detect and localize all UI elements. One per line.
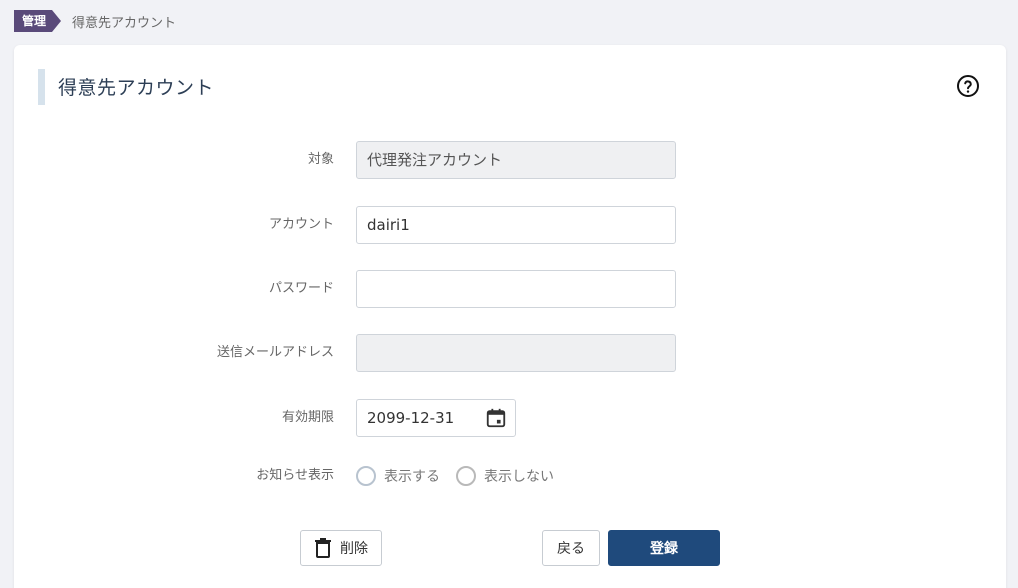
form-row-expiry: 有効期限 2099-12-31 bbox=[14, 399, 1006, 437]
account-label: アカウント bbox=[268, 217, 334, 232]
form-row-password: パスワード bbox=[14, 270, 1006, 308]
page-title: 得意先アカウント bbox=[58, 77, 215, 99]
sender-email-label: 送信メールアドレス bbox=[216, 345, 334, 360]
calendar-icon[interactable] bbox=[485, 407, 507, 429]
breadcrumb-current: 得意先アカウント bbox=[72, 15, 177, 31]
register-button[interactable]: 登録 bbox=[608, 530, 720, 566]
notice-display-label: お知らせ表示 bbox=[256, 468, 334, 483]
form-row-target: 対象 代理発注アカウント bbox=[14, 141, 1006, 179]
delete-button-label: 削除 bbox=[340, 541, 368, 557]
notice-display-hide-option[interactable]: 表示しない bbox=[456, 466, 554, 486]
breadcrumb-section-tag[interactable]: 管理 bbox=[14, 10, 62, 32]
expiry-label: 有効期限 bbox=[281, 410, 334, 425]
back-button[interactable]: 戻る bbox=[542, 530, 600, 566]
expiry-date-input[interactable]: 2099-12-31 bbox=[356, 399, 516, 437]
question-circle-icon[interactable] bbox=[956, 74, 980, 98]
notice-display-show-option[interactable]: 表示する bbox=[356, 466, 440, 486]
account-input[interactable] bbox=[356, 206, 676, 244]
main-card: 得意先アカウント 対象 代理発注アカウント アカウント パスワード 送信メールア… bbox=[14, 45, 1006, 588]
sender-email-field bbox=[356, 334, 676, 372]
password-label: パスワード bbox=[268, 281, 334, 296]
target-label: 対象 bbox=[307, 152, 334, 167]
notice-display-radio-group: 表示する 表示しない bbox=[356, 457, 570, 495]
breadcrumb: 管理 得意先アカウント bbox=[14, 10, 176, 32]
form-row-account: アカウント bbox=[14, 206, 1006, 244]
trash-icon bbox=[315, 538, 331, 558]
form-row-notice-display: お知らせ表示 表示する 表示しない bbox=[14, 457, 1006, 495]
back-button-label: 戻る bbox=[557, 541, 585, 557]
radio-label-hide: 表示しない bbox=[484, 469, 554, 485]
title-accent-bar bbox=[38, 69, 45, 105]
radio-label-show: 表示する bbox=[384, 469, 440, 485]
radio-button[interactable] bbox=[356, 466, 376, 486]
delete-button[interactable]: 削除 bbox=[300, 530, 382, 566]
password-input[interactable] bbox=[356, 270, 676, 308]
radio-button[interactable] bbox=[456, 466, 476, 486]
register-button-label: 登録 bbox=[650, 541, 678, 557]
target-field: 代理発注アカウント bbox=[356, 141, 676, 179]
form-row-sender-email: 送信メールアドレス bbox=[14, 334, 1006, 372]
expiry-date-value: 2099-12-31 bbox=[367, 409, 455, 427]
